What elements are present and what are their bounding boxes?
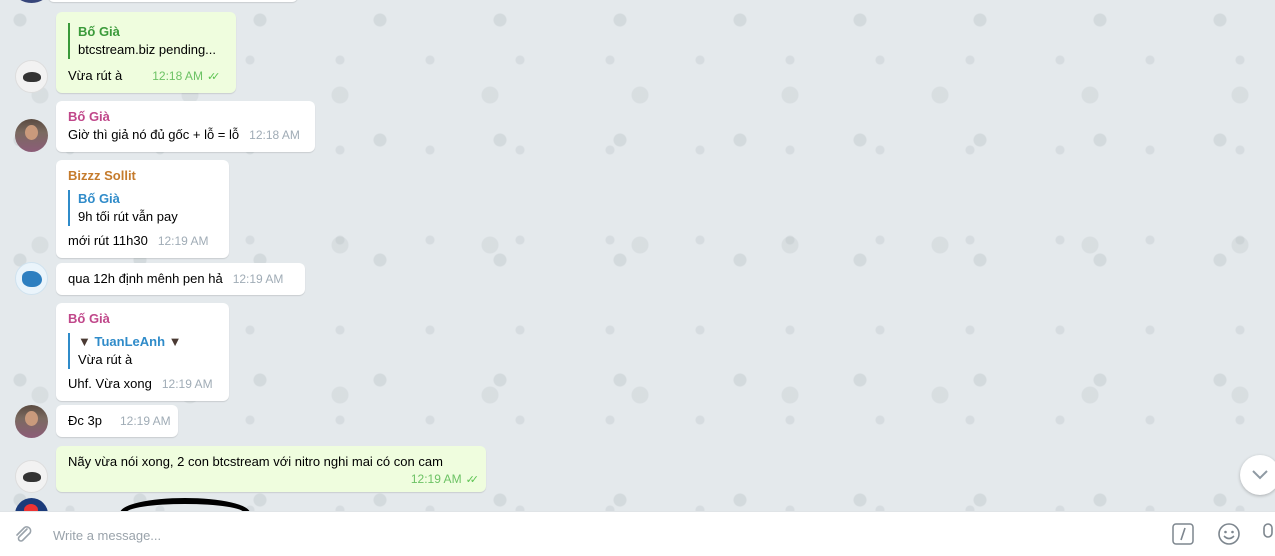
message-sender[interactable]: Bố Già bbox=[68, 310, 217, 328]
slash-commands-icon[interactable] bbox=[1172, 523, 1194, 548]
scroll-down-button[interactable] bbox=[1240, 455, 1275, 495]
reply-quote[interactable]: ▼ TuanLeAnh ▼ Vừa rút à bbox=[68, 333, 217, 369]
message-bubble: Bizzz Sollit Bố Già 9h tối rút vẫn pay m… bbox=[56, 160, 229, 258]
reply-sender: Bố Già bbox=[78, 24, 120, 39]
message-time: 12:18 AM bbox=[152, 69, 203, 83]
avatar[interactable] bbox=[15, 405, 48, 438]
message-sender[interactable]: Bố Già bbox=[68, 108, 303, 126]
reply-text: 9h tối rút vẫn pay bbox=[78, 209, 178, 224]
message-sender[interactable]: Bizzz Sollit bbox=[68, 167, 217, 185]
double-check-icon: ✓✓ bbox=[465, 474, 480, 486]
message-text: mới rút 11h30 bbox=[68, 233, 148, 248]
message-bubble: qua 12h định mênh pen hả 12:19 AM bbox=[56, 263, 305, 295]
message-text: Vừa rút à bbox=[68, 68, 123, 83]
avatar[interactable] bbox=[15, 498, 48, 511]
bat-emoji-icon: ▼ bbox=[168, 334, 182, 349]
message-bubble: Bố Già ▼ TuanLeAnh ▼ Vừa rút à Uhf. Vừa … bbox=[56, 303, 229, 401]
message-time: 12:19 AM bbox=[161, 377, 213, 391]
message-time: 12:19 AM bbox=[410, 472, 462, 486]
message-input[interactable] bbox=[53, 525, 1153, 545]
message-text: Nãy vừa nói xong, 2 con btcstream với ni… bbox=[68, 454, 443, 469]
message-composer bbox=[0, 511, 1275, 556]
microphone-icon[interactable] bbox=[1262, 523, 1274, 548]
message-bubble: Bố Già btcstream.biz pending... Vừa rút … bbox=[56, 12, 236, 93]
message-time: 12:19 AM bbox=[157, 234, 209, 248]
message-bubble: Nãy vừa nói xong, 2 con btcstream với ni… bbox=[56, 446, 486, 492]
message-bubble: Bố Già Giờ thì giả nó đủ gốc + lỗ = lỗ 12… bbox=[56, 101, 315, 152]
avatar[interactable] bbox=[15, 262, 48, 295]
reply-sender: Bố Già bbox=[78, 191, 120, 206]
avatar[interactable] bbox=[15, 119, 48, 152]
reply-text: Vừa rút à bbox=[78, 352, 133, 367]
reply-quote[interactable]: Bố Già btcstream.biz pending... bbox=[68, 23, 224, 59]
message-bubble bbox=[48, 0, 298, 2]
avatar[interactable] bbox=[15, 460, 48, 493]
emoji-icon[interactable] bbox=[1217, 522, 1241, 549]
chevron-down-icon bbox=[1252, 470, 1268, 480]
double-check-icon: ✓✓ bbox=[206, 71, 221, 83]
message-text: qua 12h định mênh pen hả bbox=[68, 271, 223, 286]
reply-text: btcstream.biz pending... bbox=[78, 42, 217, 57]
avatar[interactable] bbox=[15, 60, 48, 93]
message-time: 12:19 AM bbox=[232, 272, 284, 286]
chat-history[interactable]: Bố Già btcstream.biz pending... Vừa rút … bbox=[0, 0, 1275, 511]
reply-sender: TuanLeAnh bbox=[94, 334, 166, 349]
message-bubble: Đc 3p 12:19 AM bbox=[56, 405, 178, 437]
paperclip-icon[interactable] bbox=[12, 523, 34, 548]
avatar[interactable] bbox=[15, 0, 48, 3]
reply-quote[interactable]: Bố Già 9h tối rút vẫn pay bbox=[68, 190, 217, 226]
sticker-image bbox=[120, 498, 250, 511]
message-text: Đc 3p bbox=[68, 413, 102, 428]
bat-emoji-icon: ▼ bbox=[78, 334, 91, 349]
message-time: 12:18 AM bbox=[249, 128, 300, 142]
message-text: Uhf. Vừa xong bbox=[68, 376, 152, 391]
message-time: 12:19 AM bbox=[119, 414, 171, 428]
message-text: Giờ thì giả nó đủ gốc + lỗ = lỗ bbox=[68, 127, 240, 142]
